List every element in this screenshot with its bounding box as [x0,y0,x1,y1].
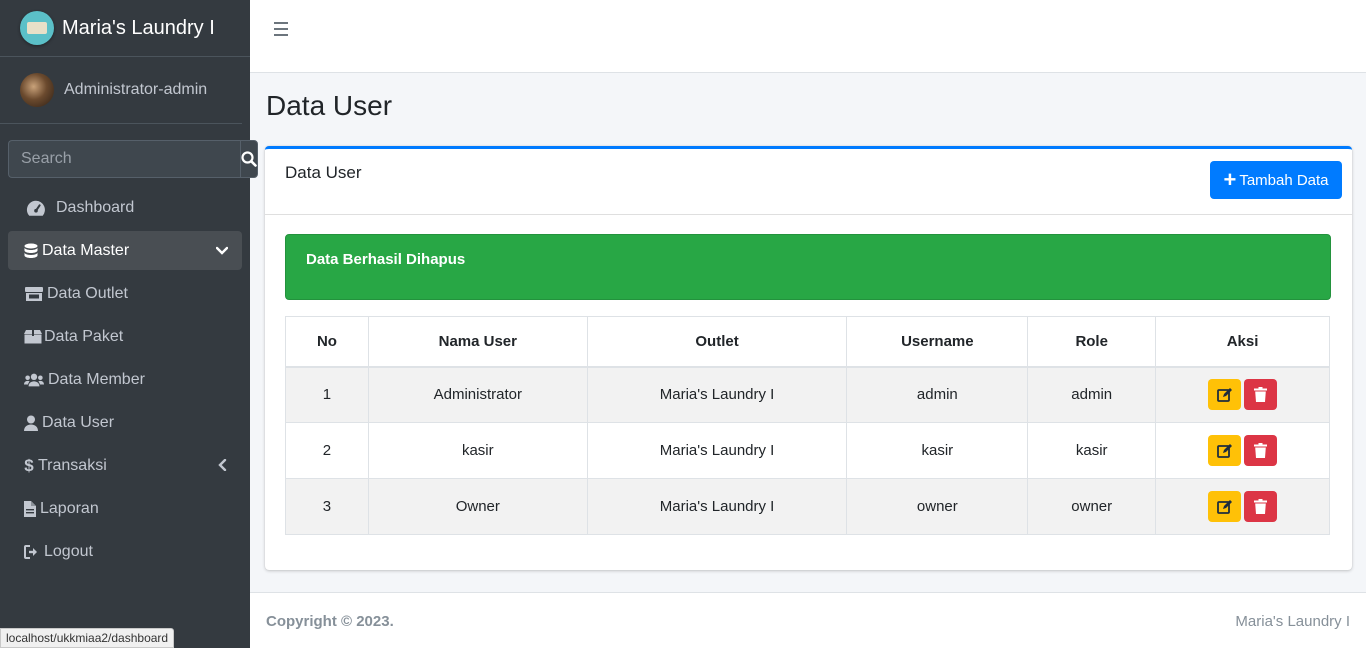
sidebar-item-data-member[interactable]: Data Member [8,360,242,399]
cell-nama-user: Administrator [367,366,588,423]
table-row: 1 Administrator Maria's Laundry I admin … [285,366,1330,423]
file-icon [24,500,36,517]
cell-username: kasir [846,422,1029,479]
brand-text: Maria's Laundry I [62,16,215,39]
sidebar-item-label: Data Member [48,370,145,388]
card-header: Data User + Tambah Data [265,149,1352,215]
page-title: Data User [266,90,393,121]
cell-outlet: Maria's Laundry I [586,422,848,479]
sidebar-item-label: Laporan [40,499,99,517]
edit-icon [1216,499,1232,514]
cell-nama-user: Owner [367,478,588,535]
cell-nama-user: kasir [367,422,588,479]
table-row: 3 Owner Maria's Laundry I owner owner [285,478,1330,535]
sidebar-item-transaksi[interactable]: $ Transaksi [8,446,242,485]
cell-outlet: Maria's Laundry I [586,366,848,423]
cell-username: admin [846,366,1029,423]
sidebar-item-dashboard[interactable]: Dashboard [8,188,242,227]
cell-aksi [1155,478,1330,535]
table-header-row: No Nama User Outlet Username Role Aksi [285,316,1330,368]
user-panel[interactable]: Administrator-admin [0,57,242,124]
cell-username: owner [846,478,1029,535]
search-input[interactable] [8,140,240,178]
cell-no: 2 [285,422,369,479]
tachometer-icon [26,199,46,217]
column-header: Nama User [367,316,588,368]
brand-logo [20,11,54,45]
cell-no: 3 [285,478,369,535]
database-icon [24,243,38,259]
add-data-button[interactable]: + Tambah Data [1210,161,1342,199]
delete-button[interactable] [1244,379,1278,411]
cell-aksi [1155,422,1330,479]
sidebar-item-data-user[interactable]: Data User [8,403,242,442]
column-header: Aksi [1155,316,1330,368]
column-header: Outlet [586,316,848,368]
hamburger-menu-icon[interactable] [274,22,288,40]
cell-no: 1 [285,366,369,423]
avatar [20,73,54,107]
main-footer: Copyright © 2023. Maria's Laundry I [250,592,1366,648]
cell-role: admin [1027,366,1157,423]
sidebar-item-label: Data Outlet [47,284,128,302]
status-bar-url: localhost/ukkmiaa2/dashboard [0,628,175,648]
cell-role: kasir [1027,422,1157,479]
column-header: No [285,316,369,368]
edit-icon [1216,387,1232,402]
users-icon [24,372,44,388]
store-icon [24,286,44,302]
edit-button[interactable] [1208,491,1242,522]
search-icon [241,151,257,167]
user-name[interactable]: Administrator-admin [64,81,207,99]
search-button[interactable] [240,140,258,178]
box-icon [24,329,42,344]
add-data-label: Tambah Data [1239,171,1329,189]
copyright-text: Copyright © 2023. [266,613,394,630]
main-sidebar: Maria's Laundry I Administrator-admin Da… [0,0,258,648]
top-navbar [250,0,1366,73]
cell-outlet: Maria's Laundry I [586,478,848,535]
column-header: Role [1027,316,1157,368]
edit-button[interactable] [1208,435,1242,466]
chevron-down-icon [215,243,229,261]
sidebar-item-data-outlet[interactable]: Data Outlet [8,274,242,313]
brand-link[interactable]: Maria's Laundry I [0,0,250,57]
card-title: Data User [285,163,362,182]
sign-out-icon [24,544,40,559]
cell-role: owner [1027,478,1157,535]
sidebar-item-data-master[interactable]: Data Master [8,231,242,270]
sidebar-item-label: Logout [44,542,93,560]
sidebar-item-label: Data Paket [44,327,124,345]
sidebar-item-label: Dashboard [56,198,135,216]
sidebar-item-label: Data User [42,413,115,431]
table-row: 2 kasir Maria's Laundry I kasir kasir [285,422,1330,479]
footer-brand: Maria's Laundry I [1235,613,1350,630]
user-table: No Nama User Outlet Username Role Aksi 1… [285,316,1330,535]
trash-icon [1254,387,1268,403]
data-user-card: Data User + Tambah Data Data Berhasil Di… [265,146,1352,570]
delete-button[interactable] [1244,491,1278,522]
dollar-icon: $ [24,455,34,475]
sidebar-search [8,140,258,178]
user-icon [24,415,38,431]
success-alert: Data Berhasil Dihapus [285,234,1331,300]
sidebar-item-label: Transaksi [38,456,107,474]
edit-button[interactable] [1208,379,1242,411]
trash-icon [1254,443,1268,458]
edit-icon [1216,443,1232,458]
column-header: Username [846,316,1029,368]
delete-button[interactable] [1244,435,1278,466]
sidebar-item-laporan[interactable]: Laporan [8,489,242,528]
plus-icon: + [1223,167,1237,192]
sidebar-item-label: Data Master [42,241,130,259]
sidebar-item-logout[interactable]: Logout [8,532,242,571]
chevron-left-icon [218,458,228,476]
trash-icon [1254,499,1268,514]
sidebar-item-data-paket[interactable]: Data Paket [8,317,242,356]
cell-aksi [1155,366,1330,423]
